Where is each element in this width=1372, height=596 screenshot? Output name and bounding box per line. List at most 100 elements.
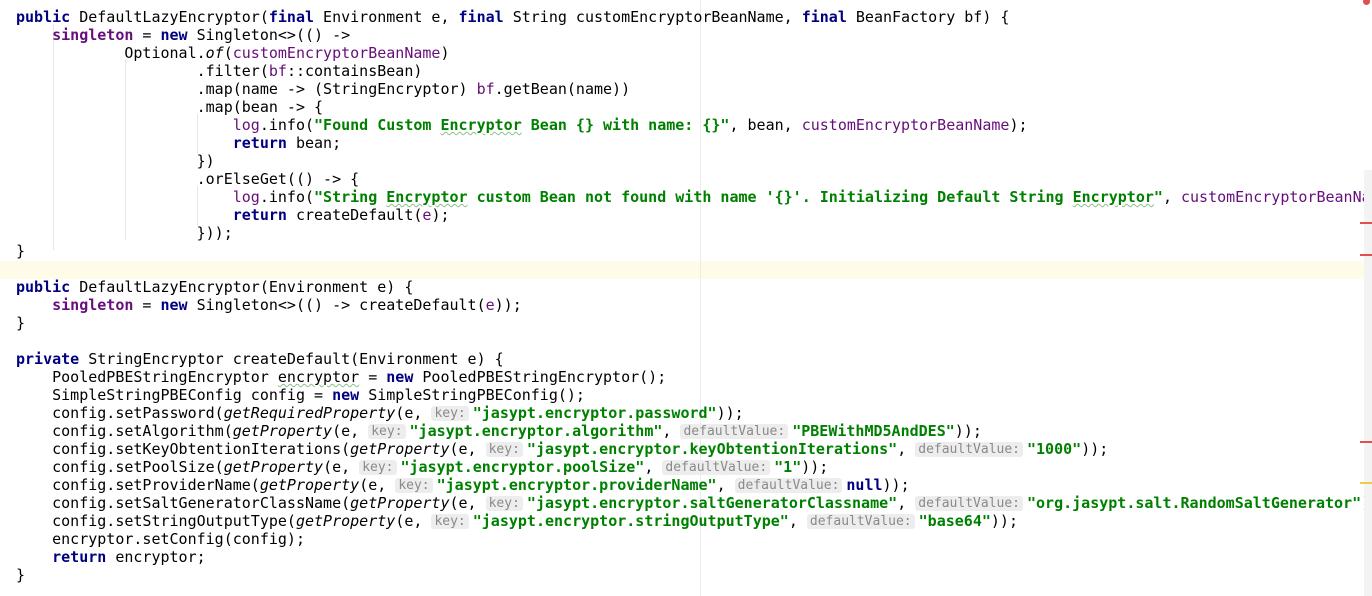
code-token: getProperty (223, 458, 324, 476)
string-literal: Encryptor (1072, 188, 1154, 206)
code-token: , (788, 512, 807, 530)
editor-scrollbar[interactable] (1364, 170, 1372, 596)
code-token: .filter( (16, 62, 269, 80)
code-token: (e, (449, 440, 486, 458)
inspection-status-icon[interactable] (1363, 0, 1370, 5)
parameter-hint: key: (431, 406, 469, 421)
string-literal: "jasypt.encryptor.stringOutputType" (472, 512, 789, 530)
code-line[interactable]: SimpleStringPBEConfig config = new Simpl… (16, 386, 585, 404)
parameter-hint: defaultValue: (680, 424, 789, 439)
code-line[interactable]: encryptor.setConfig(config); (16, 530, 305, 548)
code-token: .info( (259, 188, 315, 206)
string-literal: "String (314, 188, 387, 206)
parameter-hint: defaultValue: (734, 478, 843, 493)
code-token: (e, (323, 458, 360, 476)
code-token: )); (990, 512, 1018, 530)
code-token: config.setProviderName( (16, 476, 260, 494)
code-line[interactable]: singleton = new Singleton<>(() -> create… (16, 296, 522, 314)
code-token: })); (16, 224, 233, 242)
string-literal: "jasypt.encryptor.algorithm" (409, 422, 663, 440)
code-line[interactable]: config.setKeyObtentionIterations(getProp… (16, 440, 1108, 458)
code-token: = (133, 26, 161, 44)
code-line[interactable]: log.info("Found Custom Encryptor Bean {}… (16, 116, 1028, 134)
keyword-token: public (16, 278, 71, 296)
code-line[interactable]: return createDefault(e); (16, 206, 450, 224)
string-literal: Encryptor (386, 188, 468, 206)
code-token: (e, (332, 422, 369, 440)
code-token: of (205, 44, 224, 62)
caret-line-highlight (0, 261, 1372, 279)
code-line[interactable]: config.setPassword(getRequiredProperty(e… (16, 404, 744, 422)
code-token: config.setPoolSize( (16, 458, 224, 476)
code-token: Optional. (16, 44, 206, 62)
code-line[interactable]: } (16, 566, 25, 584)
parameter-hint: key: (368, 424, 406, 439)
code-line[interactable]: Optional.of(customEncryptorBeanName) (16, 44, 449, 62)
string-literal: "jasypt.encryptor.providerName" (436, 476, 717, 494)
code-line[interactable]: }) (16, 152, 215, 170)
code-token: )); (954, 422, 982, 440)
code-line[interactable]: public DefaultLazyEncryptor(Environment … (16, 278, 413, 296)
code-line[interactable]: } (16, 242, 25, 260)
string-literal: "PBEWithMD5AndDES" (792, 422, 955, 440)
code-line[interactable]: .map(bean -> { (16, 98, 323, 116)
code-token: getProperty (295, 512, 396, 530)
code-line[interactable]: config.setPoolSize(getProperty(e, key: "j… (16, 458, 828, 476)
code-token: )); (1081, 440, 1109, 458)
code-token: , bean, (729, 116, 802, 134)
code-token: } (16, 566, 26, 584)
string-literal: Bean {} with name: {}" (521, 116, 730, 134)
code-token: }) (16, 152, 215, 170)
code-line[interactable]: .map(name -> (StringEncryptor) bf.getBea… (16, 80, 631, 98)
code-token: .info( (259, 116, 315, 134)
code-line[interactable]: })); (16, 224, 233, 242)
keyword-token: private (16, 350, 80, 368)
code-line[interactable]: public DefaultLazyEncryptor(final Enviro… (16, 8, 1009, 26)
code-token: )); (882, 476, 910, 494)
error-stripe-mark[interactable] (1360, 441, 1372, 443)
code-line[interactable]: config.setAlgorithm(getProperty(e, key: "… (16, 422, 982, 440)
code-token: config.setStringOutputType( (16, 512, 296, 530)
code-token: = (359, 368, 387, 386)
code-line[interactable]: .orElseGet(() -> { (16, 170, 360, 188)
error-stripe-mark[interactable] (1360, 254, 1372, 256)
code-token: config.setAlgorithm( (16, 422, 233, 440)
code-line[interactable]: PooledPBEStringEncryptor encryptor = new… (16, 368, 666, 386)
code-editor[interactable]: public DefaultLazyEncryptor(final Enviro… (0, 0, 1372, 596)
identifier-token: bf (476, 80, 495, 98)
code-line[interactable]: return bean; (16, 134, 341, 152)
keyword-token: null (846, 476, 883, 494)
parameter-hint: defaultValue: (806, 514, 915, 529)
error-stripe-mark[interactable] (1360, 222, 1372, 224)
parameter-hint: key: (395, 478, 433, 493)
code-token: encryptor.setConfig(config); (16, 530, 305, 548)
code-line[interactable]: return encryptor; (16, 548, 206, 566)
parameter-hint: key: (485, 496, 523, 511)
code-line[interactable]: config.setSaltGeneratorClassName(getProp… (16, 494, 1372, 512)
code-token: Singleton<>(() -> createDefault( (187, 296, 486, 314)
keyword-token: return (52, 548, 107, 566)
code-line[interactable]: singleton = new Singleton<>(() -> (16, 26, 350, 44)
code-line[interactable]: log.info("String Encryptor custom Bean n… (16, 188, 1372, 206)
identifier-token: customEncryptorBeanName (232, 44, 441, 62)
identifier-token: e (485, 296, 495, 314)
code-line[interactable]: config.setStringOutputType(getProperty(e… (16, 512, 1018, 530)
code-line[interactable]: .filter(bf::containsBean) (16, 62, 423, 80)
identifier-token: singleton (52, 296, 134, 314)
parameter-hint: defaultValue: (662, 460, 771, 475)
code-token: getProperty (350, 440, 450, 458)
code-token: ::containsBean) (286, 62, 423, 80)
keyword-token: return (232, 206, 287, 224)
warning-stripe-mark[interactable] (1360, 482, 1372, 484)
code-line[interactable]: config.setProviderName(getProperty(e, ke… (16, 476, 910, 494)
code-token: , (897, 440, 916, 458)
identifier-token: log (232, 116, 260, 134)
string-literal: "base64" (918, 512, 991, 530)
code-line[interactable]: } (16, 314, 25, 332)
code-line[interactable]: private StringEncryptor createDefault(En… (16, 350, 504, 368)
code-token: .orElseGet(() -> { (16, 170, 360, 188)
code-token: (e, (359, 476, 396, 494)
